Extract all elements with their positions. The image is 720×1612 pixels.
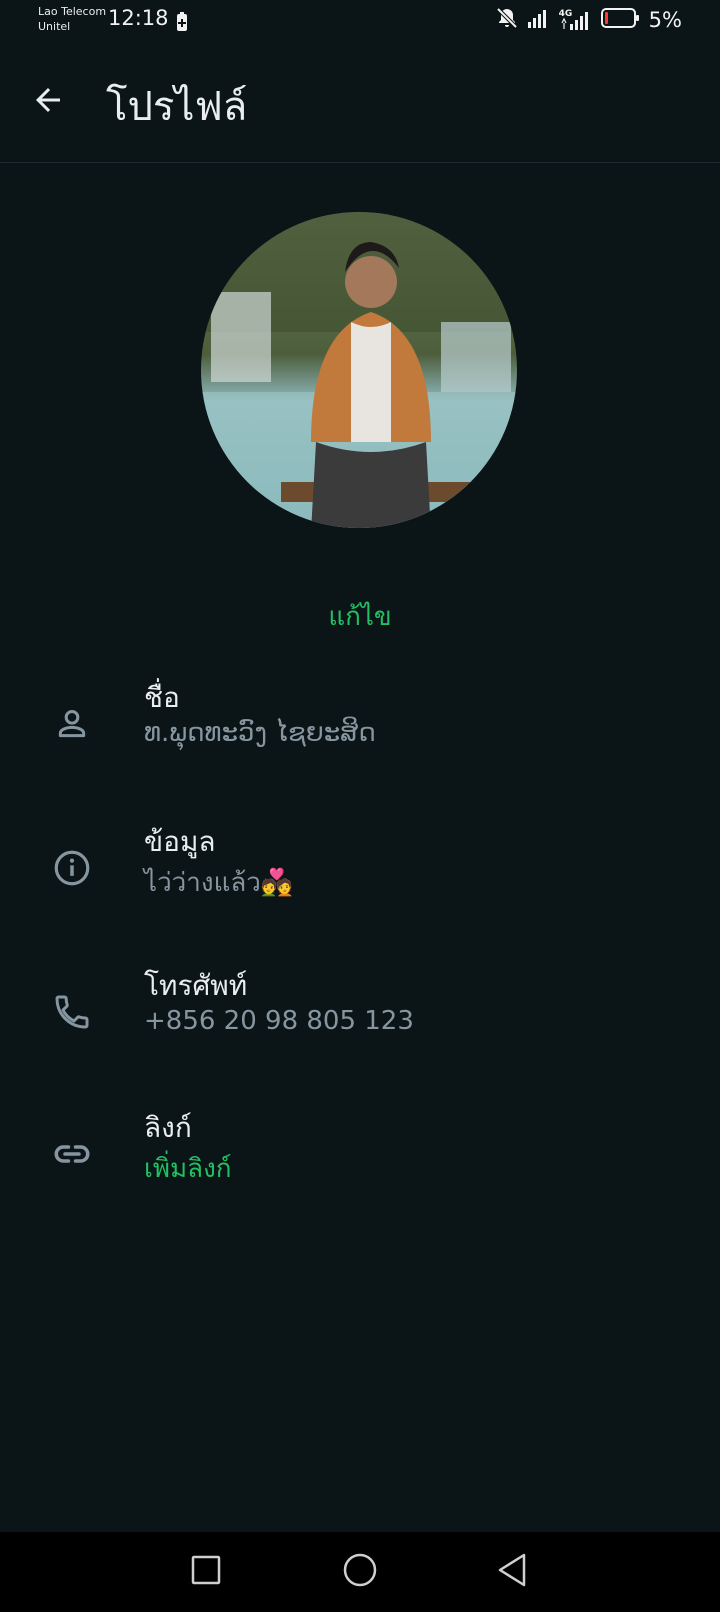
about-label: ข้อมูล xyxy=(144,825,216,858)
battery-icon xyxy=(600,7,641,33)
app-bar: โปรไฟล์ xyxy=(0,50,720,163)
name-label: ชื่อ xyxy=(144,681,180,714)
home-circle-icon xyxy=(342,1552,378,1592)
home-button[interactable] xyxy=(338,1550,382,1594)
clock: 12:18 xyxy=(108,6,169,30)
back-triangle-icon xyxy=(495,1552,529,1592)
back-button[interactable] xyxy=(26,80,70,124)
carrier-info: Lao Telecom Unitel xyxy=(38,4,106,34)
profile-photo[interactable] xyxy=(201,212,517,528)
about-value: ไว่ว่างแล้ว💑 xyxy=(144,868,294,898)
phone-value: +856 20 98 805 123 xyxy=(144,1006,414,1036)
battery-saver-icon xyxy=(176,12,188,36)
recents-square-icon xyxy=(190,1554,222,1590)
info-icon xyxy=(50,846,94,890)
phone-icon xyxy=(50,990,94,1034)
status-icons: 4G 5% xyxy=(495,6,682,34)
notifications-off-icon xyxy=(495,6,519,34)
page-title: โปรไฟล์ xyxy=(106,84,248,130)
carrier-name-2: Unitel xyxy=(38,20,71,33)
about-row[interactable]: ข้อมูล ไว่ว่างแล้ว💑 xyxy=(0,820,720,930)
network-type-label: 4G xyxy=(558,9,573,19)
name-value: ທ.ພຸດທະວົງ ໄຊຍະສິດ xyxy=(144,718,376,748)
link-icon xyxy=(50,1132,94,1176)
name-row[interactable]: ชื่อ ທ.ພຸດທະວົງ ໄຊຍະສິດ xyxy=(0,676,720,786)
arrow-left-icon xyxy=(30,82,66,122)
back-nav-button[interactable] xyxy=(490,1550,534,1594)
carrier-name-1: Lao Telecom xyxy=(38,5,107,18)
phone-label: โทรศัพท์ xyxy=(144,969,248,1002)
phone-row[interactable]: โทรศัพท์ +856 20 98 805 123 xyxy=(0,964,720,1074)
signal-icon xyxy=(527,7,551,33)
link-label: ลิงก์ xyxy=(144,1111,192,1144)
edit-profile-link[interactable]: แก้ไข xyxy=(0,596,720,637)
person-icon xyxy=(50,702,94,746)
navigation-bar xyxy=(0,1532,720,1612)
status-bar: Lao Telecom Unitel 12:18 4G 5% xyxy=(0,0,720,44)
battery-percent: 5% xyxy=(648,8,682,32)
link-row[interactable]: ลิงก์ เพิ่มลิงก์ xyxy=(0,1106,720,1216)
add-link-button[interactable]: เพิ่มลิงก์ xyxy=(144,1148,232,1189)
recents-button[interactable] xyxy=(184,1550,228,1594)
signal-4g-icon: 4G xyxy=(559,9,593,31)
